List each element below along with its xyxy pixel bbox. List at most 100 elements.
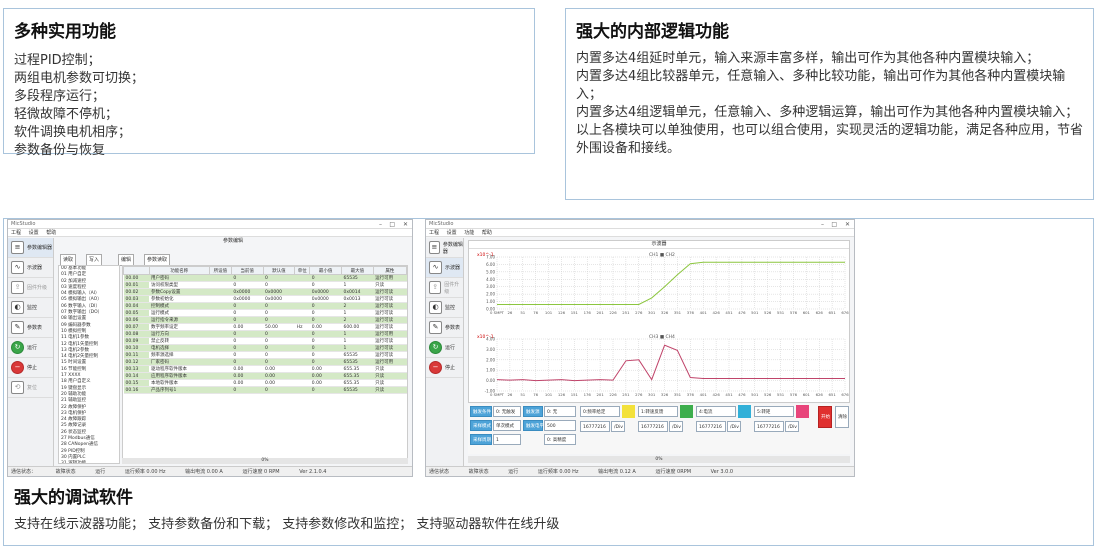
table-cell [209,323,232,331]
sidebar-item-param-table[interactable]: ✎ 参数表 [426,318,463,338]
run-button[interactable]: ↻ 运行 [8,338,53,358]
column-header: 单位 [294,266,311,275]
table-cell: 0 [309,351,342,359]
sample-mode-select[interactable]: 单次模式 [493,420,521,431]
ch2-source-select[interactable]: 1:转速反馈 [638,406,678,417]
table-cell [294,274,310,282]
x-tick-label: 301 [648,310,656,315]
sidebar-item-scope[interactable]: ∿ 示波器 [8,258,53,278]
tree-item[interactable]: 31 逻辑功能 [59,461,119,463]
x-tick-label: 276 [635,310,643,315]
table-cell: 本地软件版本 [149,379,210,387]
table-row[interactable]: 00.16 产品序列号1 0 0 0 65535 只读 [123,386,407,394]
maximize-icon[interactable]: □ [389,221,395,228]
table-cell: 0 [263,351,295,359]
ch3-color-swatch[interactable] [738,405,751,418]
table-row[interactable]: 00.07 数字频率设定 0.00 50.00 Hz 0.00 600.00 运行可读 [123,323,407,331]
menu-item[interactable]: 设置 [29,230,39,236]
sidebar-item-monitor[interactable]: ◐ 监控 [426,298,463,318]
minimize-icon[interactable]: – [379,221,382,228]
table-row[interactable]: 00.02 参数Copy设置 0x0000 0x0000 0x0000 0x0014 运行可… [123,288,407,296]
table-row[interactable]: 00.13 驱动程序软件版本 0.00 0.00 0.00 655.35 只读 [123,365,407,373]
x-tick-label: 401 [700,392,708,397]
stop-button[interactable]: − 停止 [8,358,53,378]
ch3-source-select[interactable]: 4:电流 [696,406,736,417]
table-row[interactable]: 00.04 控制模式 0 0 0 2 运行可读 [123,302,407,310]
ch1-color-swatch[interactable] [622,405,635,418]
scope-clear-button[interactable]: 清除 [835,406,849,428]
trigger-condition-select[interactable]: 0: 无触发 [493,406,521,417]
sidebar-item-param-editor[interactable]: ≡ 参数编辑器 [8,238,53,258]
table-row[interactable]: 00.12 厂家密码 0 0 0 65535 运行可用 [123,358,407,366]
ch1-scale-input[interactable]: 16777216 [580,421,610,432]
table-cell [209,295,232,303]
menu-item[interactable]: 工程 [11,230,21,236]
sidebar-item-scope[interactable]: ∿ 示波器 [426,258,463,278]
precision-select[interactable]: 0: 高精度 [544,434,576,445]
table-cell: 0x0014 [341,288,374,296]
table-row[interactable]: 00.09 禁止反转 0 0 0 1 运行可读 [123,337,407,345]
table-row[interactable]: 00.01 访问权限类型 0 0 0 1 只读 [123,281,407,289]
sidebar-item-param-table[interactable]: ✎ 参数表 [8,318,53,338]
table-cell: 0x0000 [263,288,295,296]
table-cell: 0x0013 [341,295,374,303]
table-cell [209,288,232,296]
table-cell [209,372,232,380]
ch3-scale-input[interactable]: 16777216 [696,421,726,432]
reset-button[interactable]: ⟲ 复位 [8,378,53,398]
trigger-source-select[interactable]: 0: 无 [544,406,576,417]
status-text: 通信状态 [429,469,450,475]
sidebar-item-firmware[interactable]: ⇪ 固件升级 [8,278,53,298]
run-button[interactable]: ↻ 运行 [426,338,463,358]
table-row[interactable]: 00.11 频率源选择 0 0 0 65535 运行可读 [123,351,407,359]
table-row[interactable]: 00.00 用户密码 0 0 0 65535 运行可用 [123,274,407,282]
ch4-scale-input[interactable]: 16777216 [754,421,784,432]
ch4-source-select[interactable]: 5:转矩 [754,406,794,417]
stop-button[interactable]: − 停止 [426,358,463,378]
sidebar-item-firmware[interactable]: ⇪ 固件升级 [426,278,463,298]
table-cell: 0 [309,344,342,352]
x-tick-label: 0 SMPT [490,392,505,397]
table-cell: 运行可读 [373,323,407,331]
close-icon[interactable]: ✕ [845,221,850,228]
table-row[interactable]: 00.08 运行方向 0 0 0 1 运行可用 [123,330,407,338]
table-row[interactable]: 00.06 运行指令来源 0 0 0 2 运行可读 [123,316,407,324]
scope-start-button[interactable]: 开始 [818,406,832,428]
ch2-color-swatch[interactable] [680,405,693,418]
sidebar-item-monitor[interactable]: ◐ 监控 [8,298,53,318]
menu-item[interactable]: 工程 [429,230,439,236]
sidebar-item-param-editor[interactable]: ≡ 参数编辑器 [426,238,463,258]
maximize-icon[interactable]: □ [831,221,837,228]
table-row[interactable]: 00.15 本地软件版本 0.00 0.00 0.00 655.35 只读 [123,379,407,387]
ch4-color-swatch[interactable] [796,405,809,418]
debug-software-panel: MicStudio – □ ✕ 工程 设置 帮助 ≡ 参数编辑器 ∿ 示波器 ⇪ 固件… [3,218,1094,546]
menu-item[interactable]: 帮助 [46,230,56,236]
ch2-div-label: /Div [669,421,683,432]
table-row[interactable]: 00.14 应用程序软件版本 0.00 0.00 0.00 655.35 只读 [123,372,407,380]
x-tick-label: 176 [584,310,592,315]
table-cell: 0x0000 [231,295,264,303]
table-cell: 只读 [373,372,407,380]
ch2-scale-input[interactable]: 16777216 [638,421,668,432]
menu-item[interactable]: 功能 [464,230,474,236]
table-cell: 0.00 [263,372,295,380]
y-tick-label: 3.00 [486,347,495,352]
close-icon[interactable]: ✕ [403,221,408,228]
x-tick-label: 101 [545,392,553,397]
trigger-level-input[interactable]: 500 [544,420,576,431]
table-cell: 运行可读 [373,337,407,345]
table-row[interactable]: 00.03 参数初始化 0x0000 0x0000 0x0000 0x0013 运行可读 [123,295,407,303]
parameter-group-tree[interactable]: 00 基本功能 01 用户自定 02 加减速控 03 速度程控 04 模拟输入（AI） 0… [58,265,120,464]
table-row[interactable]: 00.05 运行模式 0 0 0 1 运行可读 [123,309,407,317]
sample-period-input[interactable]: 1 [493,434,521,445]
status-text: 运行频率 0.00 Hz [124,469,166,475]
menu-item[interactable]: 设置 [447,230,457,236]
table-cell: 运行可用 [373,330,407,338]
minimize-icon[interactable]: – [821,221,824,228]
table-cell: 参数初始化 [149,295,210,303]
x-tick-label: 601 [803,392,811,397]
menu-item[interactable]: 帮助 [482,230,492,236]
ch1-source-select[interactable]: 0:频率给定 [580,406,620,417]
table-cell: 运行可读 [373,351,407,359]
table-row[interactable]: 00.10 电机选择 0 0 0 1 运行可读 [123,344,407,352]
